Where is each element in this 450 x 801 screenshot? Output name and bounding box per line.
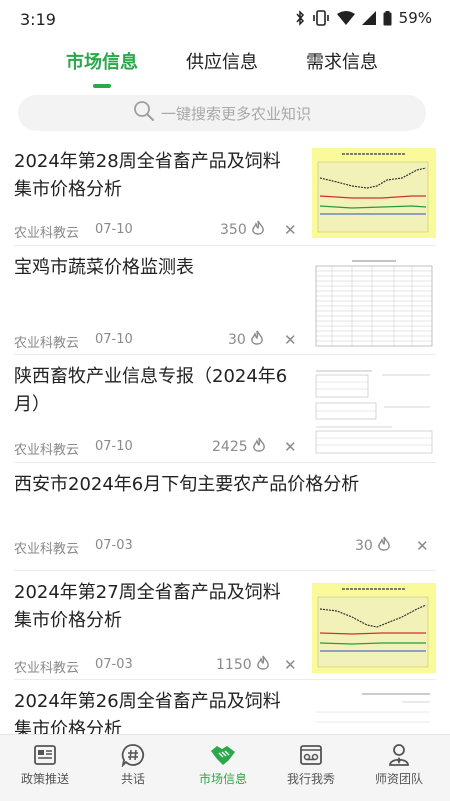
signal-icon xyxy=(361,11,376,25)
article-source: 农业科教云 xyxy=(14,661,80,676)
article-source: 农业科教云 xyxy=(14,542,80,557)
handshake-icon xyxy=(188,743,258,767)
battery-icon xyxy=(383,10,392,26)
dismiss-close-icon[interactable]: ✕ xyxy=(284,331,297,349)
article-thumbnail-chart xyxy=(312,148,436,238)
article-thumbnail-table xyxy=(312,258,436,348)
nav-label: 我行我秀 xyxy=(286,772,335,786)
nav-item-discuss[interactable]: 共话 xyxy=(98,743,168,787)
article-title[interactable]: 陕西畜牧产业信息专报（2024年6月） xyxy=(14,363,296,419)
nav-label: 共话 xyxy=(120,772,145,786)
hashtag-chat-icon xyxy=(98,743,168,767)
view-count-value: 30 xyxy=(355,538,373,554)
article-title[interactable]: 宝鸡市蔬菜价格监测表 xyxy=(14,254,296,282)
tab-demand-info[interactable]: 需求信息 xyxy=(306,48,378,74)
top-tabs: 市场信息 供应信息 需求信息 xyxy=(0,48,450,88)
battery-percent: 59% xyxy=(398,9,432,27)
search-icon xyxy=(133,100,155,126)
view-count-value: 2425 xyxy=(212,439,248,455)
person-icon xyxy=(364,743,434,767)
nav-item-policy[interactable]: 政策推送 xyxy=(10,743,80,787)
flame-icon xyxy=(250,330,264,350)
list-item[interactable]: 西安市2024年6月下旬主要农产品价格分析 农业科教云 07-03 30 ✕ xyxy=(14,463,436,571)
view-count: 1150 xyxy=(216,655,270,675)
article-date: 07-10 xyxy=(95,439,133,454)
view-count: 350 xyxy=(220,220,265,240)
article-thumbnail-document xyxy=(312,367,436,457)
article-date: 07-10 xyxy=(95,332,133,347)
list-item[interactable]: 2024年第28周全省畜产品及饲料集市价格分析 农业科教云 07-10 350 … xyxy=(14,140,436,246)
nav-label: 市场信息 xyxy=(198,772,247,786)
bottom-navigation: 政策推送 共话 市场信息 我行我秀 师资团队 xyxy=(0,734,450,801)
flame-icon xyxy=(252,437,266,457)
article-meta: 农业科教云 07-10 xyxy=(14,439,133,458)
view-count-value: 1150 xyxy=(216,657,252,673)
bluetooth-icon xyxy=(295,10,305,26)
article-title[interactable]: 西安市2024年6月下旬主要农产品价格分析 xyxy=(14,471,414,499)
list-item[interactable]: 2024年第27周全省畜产品及饲料集市价格分析 农业科教云 07-03 1150… xyxy=(14,571,436,680)
video-icon xyxy=(276,743,346,767)
article-source: 农业科教云 xyxy=(14,226,80,241)
view-count: 2425 xyxy=(212,437,266,457)
flame-icon xyxy=(377,536,391,556)
list-item[interactable]: 宝鸡市蔬菜价格监测表 农业科教云 07-10 30 ✕ xyxy=(14,246,436,355)
article-thumbnail-document xyxy=(312,688,436,734)
flame-icon xyxy=(256,655,270,675)
nav-label: 政策推送 xyxy=(20,772,69,786)
nav-label: 师资团队 xyxy=(374,772,423,786)
nav-item-showcase[interactable]: 我行我秀 xyxy=(276,743,346,787)
article-meta: 农业科教云 07-03 xyxy=(14,657,133,676)
article-source: 农业科教云 xyxy=(14,443,80,458)
article-title[interactable]: 2024年第28周全省畜产品及饲料集市价格分析 xyxy=(14,148,296,204)
search-placeholder: 一键搜索更多农业知识 xyxy=(160,104,311,123)
dismiss-close-icon[interactable]: ✕ xyxy=(284,656,297,674)
view-count: 30 xyxy=(355,536,391,556)
article-date: 07-03 xyxy=(95,538,133,553)
article-meta: 农业科教云 07-10 xyxy=(14,332,133,351)
wifi-icon xyxy=(336,11,355,25)
article-feed: 2024年第28周全省畜产品及饲料集市价格分析 农业科教云 07-10 350 … xyxy=(0,140,450,734)
tab-market-info[interactable]: 市场信息 xyxy=(66,48,138,74)
list-item[interactable]: 2024年第26周全省畜产品及饲料集市价格分析 xyxy=(14,680,436,734)
article-title[interactable]: 2024年第26周全省畜产品及饲料集市价格分析 xyxy=(14,688,296,734)
article-date: 07-03 xyxy=(95,657,133,672)
article-title[interactable]: 2024年第27周全省畜产品及饲料集市价格分析 xyxy=(14,579,296,635)
list-item[interactable]: 陕西畜牧产业信息专报（2024年6月） 农业科教云 07-10 2425 ✕ xyxy=(14,355,436,463)
dismiss-close-icon[interactable]: ✕ xyxy=(284,221,297,239)
status-bar: 3:19 59% xyxy=(0,0,450,40)
news-icon xyxy=(10,743,80,767)
dismiss-close-icon[interactable]: ✕ xyxy=(416,537,429,555)
view-count-value: 30 xyxy=(228,332,246,348)
search-bar[interactable]: 一键搜索更多农业知识 xyxy=(18,95,426,131)
view-count: 30 xyxy=(228,330,264,350)
article-date: 07-10 xyxy=(95,222,133,237)
article-thumbnail-chart xyxy=(312,583,436,673)
status-time: 3:19 xyxy=(20,10,56,29)
vibrate-icon xyxy=(312,10,330,26)
nav-item-market[interactable]: 市场信息 xyxy=(188,743,258,787)
flame-icon xyxy=(251,220,265,240)
nav-item-faculty[interactable]: 师资团队 xyxy=(364,743,434,787)
active-tab-indicator xyxy=(93,84,111,88)
tab-supply-info[interactable]: 供应信息 xyxy=(186,48,258,74)
article-meta: 农业科教云 07-03 xyxy=(14,538,133,557)
status-icons: 59% xyxy=(295,9,432,27)
article-meta: 农业科教云 07-10 xyxy=(14,222,133,241)
view-count-value: 350 xyxy=(220,222,247,238)
article-source: 农业科教云 xyxy=(14,336,80,351)
dismiss-close-icon[interactable]: ✕ xyxy=(284,438,297,456)
